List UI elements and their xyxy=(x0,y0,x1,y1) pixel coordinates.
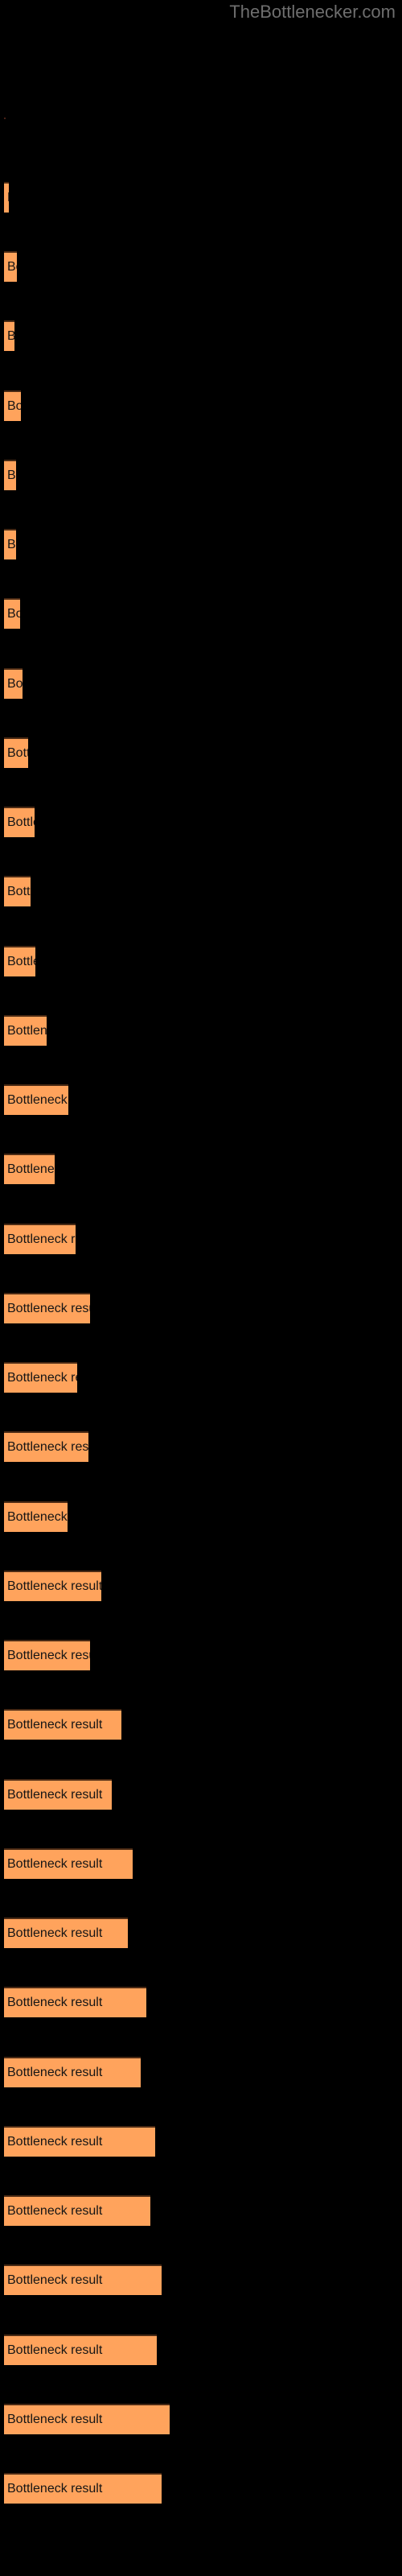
bar[interactable]: Bottleneck result xyxy=(4,2473,162,2504)
bar[interactable]: Bottleneck result xyxy=(4,1362,77,1393)
bar[interactable]: Bottleneck result xyxy=(4,946,35,976)
bar-label: Bottleneck result xyxy=(7,885,31,898)
bar-label: Bottleneck result xyxy=(7,1788,103,1802)
bar[interactable]: Bottleneck result xyxy=(4,2057,141,2087)
bar-label: Bottleneck result xyxy=(7,1857,103,1871)
bar-label: Bottleneck result xyxy=(7,1718,103,1732)
bar[interactable]: Bottleneck result xyxy=(4,598,20,629)
bottleneck-bar-chart: TheBottlenecker.com Bottleneck resultBot… xyxy=(0,0,402,2576)
bar[interactable]: Bottleneck result xyxy=(4,390,21,421)
bar[interactable]: Bottleneck result xyxy=(4,807,35,837)
bar-label: Bottleneck result xyxy=(7,1440,88,1454)
bar-label: Bottleneck result xyxy=(7,260,17,274)
bar-label: Bottleneck result xyxy=(7,322,14,351)
bar-label: Bottleneck result xyxy=(7,2135,103,2149)
bar[interactable]: Bottleneck result xyxy=(4,1084,68,1115)
bar[interactable]: Bottleneck result xyxy=(4,1293,90,1323)
bar[interactable]: Bottleneck result xyxy=(4,737,28,768)
bar[interactable]: Bottleneck result xyxy=(4,1154,55,1184)
bar[interactable]: Bottleneck result xyxy=(4,2264,162,2295)
bar-label: Bottleneck result xyxy=(7,607,20,621)
bar[interactable]: Bottleneck result xyxy=(4,1918,128,1948)
bars-layer: Bottleneck result Bottleneck result Bottle… xyxy=(0,0,402,2576)
bar-label: Bottleneck result xyxy=(7,1024,47,1038)
bar-label: Bottleneck result xyxy=(7,2204,103,2218)
bar[interactable]: Bottleneck result xyxy=(4,1709,121,1740)
bar-label: Bottleneck result xyxy=(7,184,9,213)
bar[interactable]: Bottleneck result xyxy=(4,1224,76,1254)
bar-label: Bottleneck result xyxy=(7,1093,68,1107)
bar[interactable]: Bottleneck result xyxy=(4,1640,90,1670)
bar[interactable]: Bottleneck result xyxy=(4,668,23,699)
bar-label: Bottleneck result xyxy=(7,815,35,829)
bar[interactable]: Bottleneck result xyxy=(4,529,16,559)
bar[interactable]: Bottleneck result xyxy=(4,251,17,282)
bar-label: Bottleneck result xyxy=(7,2066,103,2079)
bar[interactable]: Bottleneck result xyxy=(4,460,16,490)
bar[interactable]: Bottleneck result xyxy=(4,1571,101,1601)
bar[interactable]: Bottleneck result xyxy=(4,2126,155,2157)
bar[interactable]: Bottleneck result xyxy=(4,2195,150,2226)
bar-label: Bottleneck result xyxy=(7,1162,55,1176)
bar-label: Bottleneck result xyxy=(7,1371,77,1385)
bar-label: Bottleneck result xyxy=(7,1302,90,1315)
bar-label: Bottleneck result xyxy=(7,1579,101,1593)
bar[interactable]: Bottleneck result xyxy=(4,1501,68,1532)
bar-label: Bottleneck result xyxy=(7,1926,103,1940)
bar-label: Bottleneck result xyxy=(7,538,16,551)
bar-label: Bottleneck result xyxy=(7,1996,103,2009)
bar-label: Bottleneck result xyxy=(7,1649,90,1662)
bar-label: Bottleneck result xyxy=(7,746,28,760)
bar-label: Bottleneck result xyxy=(7,2413,103,2426)
bar-label: Bottleneck result xyxy=(7,2482,103,2496)
bar-label: Bottleneck result xyxy=(7,677,23,691)
bar-label: Bottleneck result xyxy=(7,2273,103,2287)
bar-label: Bottleneck result xyxy=(7,2343,103,2357)
bar[interactable]: Bottleneck result xyxy=(4,2404,170,2434)
bar-label: Bottleneck result xyxy=(7,1510,68,1524)
bar-label: Bottleneck result xyxy=(7,955,35,968)
bar-label: Bottleneck result xyxy=(7,1232,76,1246)
bar[interactable]: Bottleneck result xyxy=(4,876,31,906)
bar[interactable]: Bottleneck result xyxy=(4,1431,88,1462)
bar-label: Bottleneck result xyxy=(7,399,21,413)
bar[interactable]: Bottleneck result xyxy=(4,1987,146,2017)
bar[interactable]: Bottleneck result xyxy=(4,1015,47,1046)
bar[interactable]: Bottleneck result xyxy=(4,182,9,213)
bar[interactable]: Bottleneck result xyxy=(4,1779,112,1810)
bar[interactable]: Bottleneck result xyxy=(4,320,14,351)
bar[interactable]: Bottleneck result xyxy=(4,2334,157,2365)
bar[interactable]: Bottleneck result xyxy=(4,1848,133,1879)
bar-label: Bottleneck result xyxy=(7,469,16,482)
